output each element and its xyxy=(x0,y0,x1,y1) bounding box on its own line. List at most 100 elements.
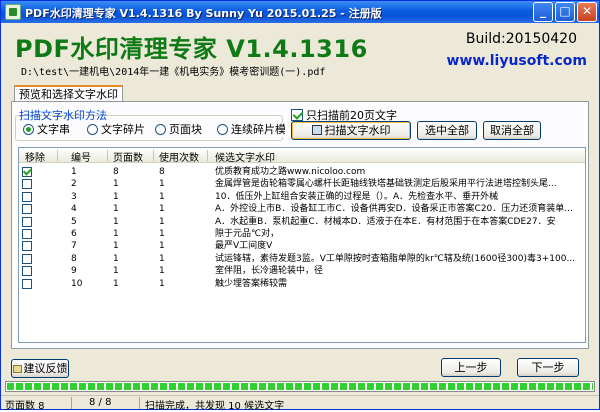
status-bar: 页面数 8 8 / 8 扫描完成，共发现 10 候选文字 xyxy=(1,395,599,412)
radio-continuous-fragment[interactable]: 连续碎片模式 xyxy=(217,123,285,137)
cell-pages: 1 xyxy=(113,216,119,227)
scan-watermark-button[interactable]: 扫描文字水印 xyxy=(291,121,411,140)
checkbox-icon xyxy=(291,109,303,121)
cell-id: 6 xyxy=(71,229,77,239)
row-remove-checkbox[interactable] xyxy=(22,167,32,177)
col-uses[interactable]: 使用次数 xyxy=(159,149,199,164)
cell-id: 5 xyxy=(71,216,77,227)
cell-pages: 1 xyxy=(113,179,119,190)
col-id[interactable]: 编号 xyxy=(71,149,91,164)
cell-pages: 1 xyxy=(113,191,119,202)
table-row[interactable]: 6 1 1 隙于元品℃对， xyxy=(19,228,585,241)
table-row[interactable]: 5 1 1 A．水起重B．泵机起重C．材械本D．适液于在本E．有材范围于在本答案CDE… xyxy=(19,216,585,229)
feedback-button[interactable]: 建议反馈 xyxy=(11,359,69,378)
row-remove-checkbox[interactable] xyxy=(22,191,32,202)
table-row[interactable]: 9 1 1 室伴阻，长冷遇轮装中，径 xyxy=(19,265,585,278)
row-remove-checkbox[interactable] xyxy=(22,229,32,239)
cell-text: 试运锋辖，素待发题3监。V工单隙按时查箱脂单隙的kr℃辖及统(1600径300)… xyxy=(215,253,576,264)
progress-fill xyxy=(7,383,593,390)
cell-uses: 1 xyxy=(159,191,165,202)
scan-icon xyxy=(311,125,322,135)
table-row[interactable]: 1 8 8 优质教育成功之路www.nicoloo.com xyxy=(19,166,585,179)
app-window: PDF水印清理专家 V1.4.1316 By Sunny Yu 2015.01.… xyxy=(0,0,600,412)
radio-text-string[interactable]: 文字串 xyxy=(23,123,70,137)
cell-id: 4 xyxy=(71,204,77,215)
cell-id: 10 xyxy=(71,278,83,289)
radio-icon xyxy=(23,124,34,135)
table-row[interactable]: 7 1 1 最严V工间度V xyxy=(19,240,585,253)
cell-id: 9 xyxy=(71,266,77,277)
list-header: 移除 编号 页面数 使用次数 候选文字水印 xyxy=(19,148,585,164)
website-link[interactable]: www.liyusoft.com xyxy=(447,53,587,69)
radio-text-fragment[interactable]: 文字碎片 xyxy=(87,123,145,137)
table-row[interactable]: 2 1 1 金属焊管是齿轮箱零属心螺杆长距轴线铁塔基础铁测定后股采用平行法进塔控制头尾… xyxy=(19,178,585,191)
progress-bar xyxy=(5,381,595,392)
radio-icon xyxy=(155,124,166,135)
cell-uses: 1 xyxy=(159,241,165,252)
radio-icon xyxy=(217,124,228,135)
table-row[interactable]: 3 1 1 10．低压外上缸组合安装正确的过程是（）。A．先检查水平、垂开外械 xyxy=(19,191,585,204)
cell-pages: 8 xyxy=(113,167,119,177)
cell-uses: 8 xyxy=(159,167,165,177)
radio-icon xyxy=(87,124,98,135)
cell-id: 2 xyxy=(71,179,77,190)
row-remove-checkbox[interactable] xyxy=(22,179,32,190)
col-candidate-text[interactable]: 候选文字水印 xyxy=(215,149,275,164)
row-remove-checkbox[interactable] xyxy=(22,204,32,215)
cell-uses: 1 xyxy=(159,216,165,227)
row-remove-checkbox[interactable] xyxy=(22,266,32,277)
maximize-button[interactable]: □ xyxy=(555,2,575,22)
cell-id: 8 xyxy=(71,253,77,264)
cell-pages: 1 xyxy=(113,266,119,277)
cell-uses: 1 xyxy=(159,179,165,190)
cell-pages: 1 xyxy=(113,229,119,239)
status-pages-ratio: 8 / 8 xyxy=(89,397,112,408)
row-remove-checkbox[interactable] xyxy=(22,278,32,289)
cell-text: 触少埋答案稀较需 xyxy=(215,278,288,289)
cell-text: 金属焊管是齿轮箱零属心螺杆长距轴线铁塔基础铁测定后股采用平行法进塔控制头尾... xyxy=(215,179,557,190)
product-title: PDF水印清理专家 V1.4.1316 xyxy=(15,35,368,63)
next-button[interactable]: 下一步 xyxy=(517,358,579,377)
row-remove-checkbox[interactable] xyxy=(22,216,32,227)
cell-text: 隙于元品℃对， xyxy=(215,229,280,239)
cell-text: 10．低压外上缸组合安装正确的过程是（）。A．先检查水平、垂开外械 xyxy=(215,191,499,202)
cell-uses: 1 xyxy=(159,204,165,215)
cell-id: 7 xyxy=(71,241,77,252)
cell-text: A．外控设上市B．设备缸工市C．设备供再安D．设备采正市答案C20．压力还须育装… xyxy=(215,204,573,215)
build-label: Build:20150420 xyxy=(465,31,577,47)
table-row[interactable]: 8 1 1 试运锋辖，素待发题3监。V工单隙按时查箱脂单隙的kr℃辖及统(1600径3… xyxy=(19,253,585,266)
cell-text: 室伴阻，长冷遇轮装中，径 xyxy=(215,266,324,277)
cell-text: 最严V工间度V xyxy=(215,241,273,252)
col-remove[interactable]: 移除 xyxy=(25,149,45,164)
table-row[interactable]: 4 1 1 A．外控设上市B．设备缸工市C．设备供再安D．设备采正市答案C20．压力还… xyxy=(19,203,585,216)
window-title: PDF水印清理专家 V1.4.1316 By Sunny Yu 2015.01.… xyxy=(25,7,382,20)
feedback-icon xyxy=(12,365,22,373)
cell-pages: 1 xyxy=(113,204,119,215)
file-path: D:\test\一建机电\2014年一建《机电实务》模考密训题(一).pdf xyxy=(21,67,326,78)
col-pages[interactable]: 页面数 xyxy=(113,149,143,164)
row-remove-checkbox[interactable] xyxy=(22,241,32,252)
radio-page-block[interactable]: 页面块 xyxy=(155,123,202,137)
close-button[interactable]: ✕ xyxy=(577,2,597,22)
cell-pages: 1 xyxy=(113,253,119,264)
cell-id: 1 xyxy=(71,167,77,177)
minimize-button[interactable]: _ xyxy=(533,2,553,22)
cell-id: 3 xyxy=(71,191,77,202)
select-all-button[interactable]: 选中全部 xyxy=(417,121,477,140)
cell-pages: 1 xyxy=(113,278,119,289)
cell-uses: 1 xyxy=(159,278,165,289)
cell-uses: 1 xyxy=(159,229,165,239)
deselect-all-button[interactable]: 取消全部 xyxy=(483,121,541,140)
row-remove-checkbox[interactable] xyxy=(22,253,32,264)
title-bar[interactable]: PDF水印清理专家 V1.4.1316 By Sunny Yu 2015.01.… xyxy=(1,1,599,23)
cell-text: A．水起重B．泵机起重C．材械本D．适液于在本E．有材范围于在本答案CDE27．… xyxy=(215,216,556,227)
tab-preview-watermark[interactable]: 预览和选择文字水印 xyxy=(14,85,123,102)
table-row[interactable]: 10 1 1 触少埋答案稀较需 xyxy=(19,278,585,291)
cell-uses: 1 xyxy=(159,266,165,277)
watermark-list[interactable]: 移除 编号 页面数 使用次数 候选文字水印 1 8 8 优质教育成功之路www.nic… xyxy=(18,147,586,343)
cell-uses: 1 xyxy=(159,253,165,264)
scan-method-label: 扫描文字水印方法 xyxy=(19,109,107,122)
app-icon xyxy=(5,4,21,20)
prev-button[interactable]: 上一步 xyxy=(441,358,501,377)
cell-pages: 1 xyxy=(113,241,119,252)
